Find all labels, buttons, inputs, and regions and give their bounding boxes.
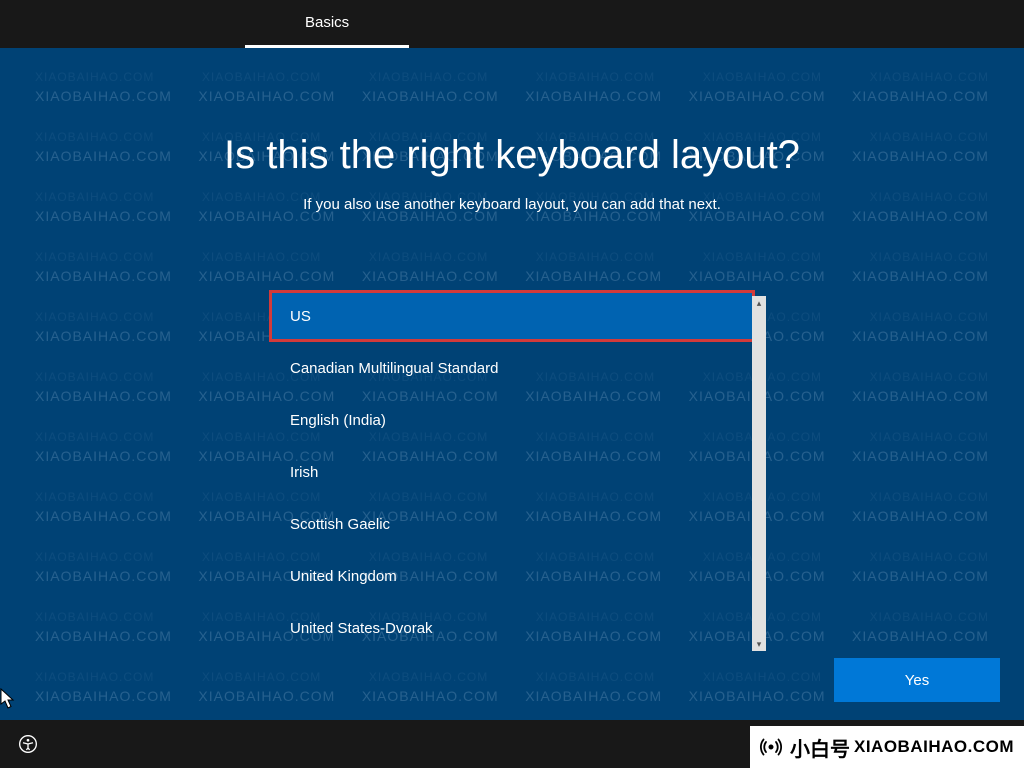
watermark-badge-cn: 小白号 — [790, 733, 850, 762]
layout-option-label: Irish — [290, 464, 318, 481]
scrollbar[interactable]: ▴ ▾ — [752, 296, 766, 651]
layout-option-label: Scottish Gaelic — [290, 516, 390, 533]
scroll-up-button[interactable]: ▴ — [752, 296, 766, 310]
ease-of-access-icon[interactable] — [18, 734, 38, 754]
layout-option-us[interactable]: US — [269, 290, 755, 342]
keyboard-layout-listbox: US Canadian Multilingual Standard Englis… — [272, 293, 752, 654]
page-heading: Is this the right keyboard layout? — [224, 133, 800, 178]
layout-option-label: Canadian Multilingual Standard — [290, 360, 498, 377]
layout-option-label: US — [290, 308, 311, 325]
mouse-cursor-icon — [0, 688, 16, 715]
page-subtitle: If you also use another keyboard layout,… — [303, 196, 721, 213]
yes-button-label: Yes — [905, 672, 929, 689]
layout-option-label: United Kingdom — [290, 568, 397, 585]
tab-label: Basics — [305, 14, 349, 31]
chevron-up-icon: ▴ — [757, 298, 762, 309]
broadcast-icon — [758, 734, 784, 760]
watermark-badge-domain: XIAOBAIHAO.COM — [854, 737, 1014, 757]
layout-option-canadian-multilingual[interactable]: Canadian Multilingual Standard — [272, 342, 752, 394]
chevron-down-icon: ▾ — [757, 639, 762, 650]
layout-option-english-india[interactable]: English (India) — [272, 394, 752, 446]
tab-basics[interactable]: Basics — [245, 0, 409, 48]
watermark-badge: 小白号 XIAOBAIHAO.COM — [750, 726, 1024, 768]
layout-option-scottish-gaelic[interactable]: Scottish Gaelic — [272, 498, 752, 550]
layout-option-us-dvorak[interactable]: United States-Dvorak — [272, 602, 752, 654]
tab-strip: Basics — [245, 0, 409, 48]
yes-button[interactable]: Yes — [834, 658, 1000, 702]
topbar: Basics — [0, 0, 1024, 48]
layout-option-label: English (India) — [290, 412, 386, 429]
main-content: Is this the right keyboard layout? If yo… — [0, 48, 1024, 720]
layout-list: US Canadian Multilingual Standard Englis… — [272, 290, 752, 654]
layout-option-label: United States-Dvorak — [290, 620, 433, 637]
scroll-down-button[interactable]: ▾ — [752, 637, 766, 651]
layout-option-irish[interactable]: Irish — [272, 446, 752, 498]
layout-option-united-kingdom[interactable]: United Kingdom — [272, 550, 752, 602]
